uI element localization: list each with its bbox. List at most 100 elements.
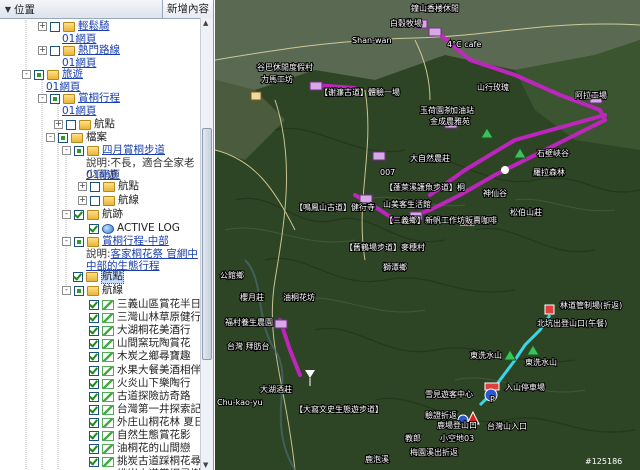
map-canvas[interactable]: 鐘山香楼休閒 白穀牧場 4°C cafe Shan-wan 谷巴休閒度假村 力馬… xyxy=(215,0,640,470)
tree-row[interactable]: - 四月賞桐步道 xyxy=(62,144,165,157)
visibility-checkbox[interactable] xyxy=(89,223,99,234)
tree-row[interactable]: 挑炭古道踩桐花尋找香 xyxy=(78,455,201,468)
tree-row-label[interactable]: 台灣第一井探索記 xyxy=(117,403,201,416)
tree-row-label[interactable]: 四月賞桐步道 xyxy=(102,144,165,157)
tree-row-label[interactable]: 油桐花的山間戀 xyxy=(117,442,191,455)
tree-row[interactable]: - 檔案 xyxy=(46,131,107,144)
tree-row-label[interactable]: 古道探險訪奇路 xyxy=(117,390,191,403)
visibility-checkbox[interactable] xyxy=(73,271,83,282)
visibility-checkbox[interactable] xyxy=(89,312,99,323)
tree-row-label[interactable]: 檔案 xyxy=(86,131,107,144)
tree-row[interactable]: + 航點 xyxy=(54,118,115,131)
tree-row-link[interactable]: 01網頁 xyxy=(62,105,96,117)
visibility-checkbox[interactable] xyxy=(89,351,99,362)
scrollbar-thumb[interactable] xyxy=(202,128,212,360)
expand-plus-icon[interactable]: + xyxy=(38,46,47,55)
visibility-checkbox[interactable] xyxy=(89,391,99,402)
tree-row-label[interactable]: 賞桐行程-中部 xyxy=(102,235,169,248)
tree-row[interactable]: 三義山區賞花半日遊 xyxy=(78,298,201,311)
collapse-minus-icon[interactable]: - xyxy=(62,210,71,219)
tree-row[interactable]: 台灣第一井探索記 xyxy=(78,403,201,416)
tree-row[interactable]: ACTIVE LOG xyxy=(78,222,180,235)
visibility-checkbox[interactable] xyxy=(34,69,44,80)
tree-row[interactable]: + 航線 xyxy=(78,194,139,207)
tree-row-label[interactable]: 水果大餐美酒相伴 xyxy=(117,364,201,377)
map-view[interactable]: 鐘山香楼休閒 白穀牧場 4°C cafe Shan-wan 谷巴休閒度假村 力馬… xyxy=(215,0,640,470)
collapse-minus-icon[interactable]: - xyxy=(62,286,71,295)
visibility-checkbox[interactable] xyxy=(89,338,99,349)
add-content-button[interactable]: 新增內容 xyxy=(162,0,213,18)
tree-row-label[interactable]: ACTIVE LOG xyxy=(117,222,180,235)
visibility-checkbox[interactable] xyxy=(58,132,68,143)
tree-row[interactable]: 外庄山桐花林 夏日花 xyxy=(78,416,201,429)
tree-row[interactable]: + 航點 xyxy=(78,180,139,193)
collapse-minus-icon[interactable]: - xyxy=(62,146,71,155)
tree-row-label[interactable]: 航點 xyxy=(118,180,139,193)
visibility-checkbox[interactable] xyxy=(89,325,99,336)
collapse-minus-icon[interactable]: - xyxy=(22,70,31,79)
collapse-triangle-icon[interactable]: ▼ xyxy=(2,5,14,14)
visibility-checkbox[interactable] xyxy=(89,378,99,389)
tree-row-label[interactable]: 山間窯玩陶賞花 xyxy=(117,337,191,350)
tree-row-label[interactable]: 外庄山桐花林 夏日花 xyxy=(117,416,201,429)
tree-row[interactable]: 三灣山林草原健行樂 xyxy=(78,311,201,324)
visibility-checkbox[interactable] xyxy=(50,93,60,104)
visibility-checkbox[interactable] xyxy=(74,209,84,220)
tree-row-label[interactable]: 三灣山林草原健行樂 xyxy=(117,311,201,324)
tree-row-label[interactable]: 航點 xyxy=(94,118,115,131)
visibility-checkbox[interactable] xyxy=(66,119,76,130)
tree-row[interactable]: - 旅遊 xyxy=(22,68,83,81)
tree-row-label[interactable]: 賞桐行程 xyxy=(78,92,120,105)
visibility-checkbox[interactable] xyxy=(90,195,100,206)
collapse-minus-icon[interactable]: - xyxy=(38,94,47,103)
tree-row[interactable]: - 航跡 xyxy=(62,208,123,221)
collapse-minus-icon[interactable]: - xyxy=(46,133,55,142)
visibility-checkbox[interactable] xyxy=(90,181,100,192)
tree-row[interactable]: + 輕鬆騎 xyxy=(38,20,110,33)
visibility-checkbox[interactable] xyxy=(74,145,84,156)
visibility-checkbox[interactable] xyxy=(50,21,60,32)
visibility-checkbox[interactable] xyxy=(89,404,99,415)
expand-plus-icon[interactable]: + xyxy=(54,120,63,129)
tree-row[interactable]: 古道探險訪奇路 xyxy=(78,390,191,403)
visibility-checkbox[interactable] xyxy=(50,45,60,56)
visibility-checkbox[interactable] xyxy=(89,417,99,428)
visibility-checkbox[interactable] xyxy=(89,456,99,467)
visibility-checkbox[interactable] xyxy=(74,236,84,247)
tree-row-link[interactable]: 01網頁 xyxy=(86,169,120,181)
tree-row-label[interactable]: 航線 xyxy=(102,284,123,297)
visibility-checkbox[interactable] xyxy=(89,430,99,441)
tree-row[interactable]: - 賞桐行程 xyxy=(38,92,120,105)
tree-row-label[interactable]: 自然生態賞花影 xyxy=(117,429,191,442)
tree-row[interactable]: 大湖桐花美酒行 xyxy=(78,324,191,337)
tree-row[interactable]: 水果大餐美酒相伴 xyxy=(78,364,201,377)
scroll-up-arrow-icon[interactable]: ▲ xyxy=(203,19,208,27)
tree-row[interactable]: 油桐花的山間戀 xyxy=(78,442,191,455)
expand-plus-icon[interactable]: + xyxy=(78,196,87,205)
tree-row-label[interactable]: 輕鬆騎 xyxy=(78,20,110,33)
tree-row-label[interactable]: 火炎山下樂陶行 xyxy=(117,377,191,390)
tree-row-label[interactable]: 旅遊 xyxy=(62,68,83,81)
tree-row[interactable]: + 熱門路線 xyxy=(38,44,120,57)
visibility-checkbox[interactable] xyxy=(89,365,99,376)
tree-row-label[interactable]: 航線 xyxy=(118,194,139,207)
tree-row-label[interactable]: 大湖桐花美酒行 xyxy=(117,324,191,337)
tree-row[interactable]: - 賞桐行程-中部 xyxy=(62,235,169,248)
tree-row-label[interactable]: 三義山區賞花半日遊 xyxy=(117,298,201,311)
visibility-checkbox[interactable] xyxy=(89,443,99,454)
tree-row-label[interactable]: 熱門路線 xyxy=(78,44,120,57)
tree-row-label[interactable]: 木炭之鄉尋寶趣 xyxy=(117,350,191,363)
tree-row[interactable]: 自然生態賞花影 xyxy=(78,429,191,442)
tree-row[interactable]: - 航線 xyxy=(62,284,123,297)
expand-plus-icon[interactable]: + xyxy=(78,182,87,191)
tree-row-label[interactable]: 挑炭古道踩桐花尋找香 xyxy=(117,455,201,468)
visibility-checkbox[interactable] xyxy=(74,285,84,296)
visibility-checkbox[interactable] xyxy=(89,299,99,310)
expand-plus-icon[interactable]: + xyxy=(38,22,47,31)
scroll-down-arrow-icon[interactable]: ▼ xyxy=(203,461,208,469)
tree-row-label[interactable]: 航跡 xyxy=(102,208,123,221)
tree-row[interactable]: 山間窯玩陶賞花 xyxy=(78,337,191,350)
tree-row[interactable]: 火炎山下樂陶行 xyxy=(78,377,191,390)
vertical-scrollbar[interactable]: ▲ ▼ xyxy=(200,18,213,470)
collapse-minus-icon[interactable]: - xyxy=(62,237,71,246)
